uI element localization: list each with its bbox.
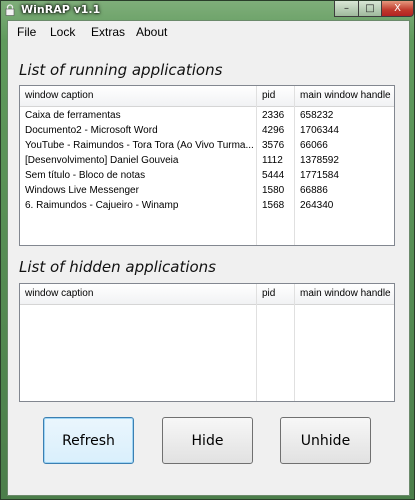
- menu-file[interactable]: File: [17, 25, 36, 39]
- column-main-window-handle[interactable]: main window handle: [295, 284, 394, 304]
- table-row[interactable]: Documento2 - Microsoft Word 4296 1706344: [20, 123, 394, 138]
- window-handle-cell: 1771584: [300, 170, 339, 181]
- pid-cell: 1580: [262, 185, 285, 196]
- running-apps-list[interactable]: window caption pid main window handle Ca…: [19, 85, 395, 246]
- pid-cell: 4296: [262, 125, 285, 136]
- hidden-apps-title: List of hidden applications: [19, 258, 216, 276]
- unhide-button[interactable]: Unhide: [280, 417, 371, 464]
- column-divider: [256, 284, 257, 401]
- table-row[interactable]: [Desenvolvimento] Daniel Gouveia 1112 1378…: [20, 153, 394, 168]
- menu-extras[interactable]: Extras: [91, 25, 125, 39]
- window-caption-cell: Documento2 - Microsoft Word: [25, 125, 158, 136]
- table-row[interactable]: Sem título - Bloco de notas 5444 1771584: [20, 168, 394, 183]
- column-pid[interactable]: pid: [257, 284, 295, 304]
- pid-cell: 1112: [262, 155, 283, 166]
- window-caption-cell: Windows Live Messenger: [25, 185, 139, 196]
- title-bar[interactable]: WinRAP v1.1 – □ X: [1, 1, 414, 19]
- window-handle-cell: 1378592: [300, 155, 339, 166]
- minimize-button[interactable]: –: [334, 1, 359, 17]
- window-caption-cell: [Desenvolvimento] Daniel Gouveia: [25, 155, 179, 166]
- refresh-button[interactable]: Refresh: [43, 417, 134, 464]
- window-handle-cell: 658232: [300, 110, 334, 121]
- window-handle-cell: 66066: [300, 140, 328, 151]
- table-row[interactable]: 6. Raimundos - Cajueiro - Winamp 1568 2643…: [20, 198, 394, 213]
- close-button[interactable]: X: [381, 1, 414, 17]
- pid-cell: 2336: [262, 110, 285, 121]
- maximize-button[interactable]: □: [358, 1, 382, 17]
- window-handle-cell: 1706344: [300, 125, 339, 136]
- menu-bar: File Lock Extras About: [8, 21, 409, 43]
- window-handle-cell: 66886: [300, 185, 328, 196]
- table-row[interactable]: YouTube - Raimundos - Tora Tora (Ao Vivo…: [20, 138, 394, 153]
- pid-cell: 5444: [262, 170, 285, 181]
- window-caption-cell: YouTube - Raimundos - Tora Tora (Ao Vivo…: [25, 140, 253, 151]
- column-pid[interactable]: pid: [257, 86, 295, 106]
- client-area: File Lock Extras About List of running a…: [7, 20, 410, 496]
- column-window-caption[interactable]: window caption: [20, 86, 257, 106]
- window-caption-cell: 6. Raimundos - Cajueiro - Winamp: [25, 200, 179, 211]
- window-caption-cell: Sem título - Bloco de notas: [25, 170, 146, 181]
- menu-about[interactable]: About: [136, 25, 167, 39]
- column-main-window-handle[interactable]: main window handle: [295, 86, 394, 106]
- pid-cell: 3576: [262, 140, 285, 151]
- column-divider: [294, 284, 295, 401]
- hidden-apps-list[interactable]: window caption pid main window handle: [19, 283, 395, 402]
- running-list-header: window caption pid main window handle: [20, 86, 394, 107]
- running-apps-title: List of running applications: [19, 61, 223, 79]
- pid-cell: 1568: [262, 200, 285, 211]
- window-handle-cell: 264340: [300, 200, 334, 211]
- column-window-caption[interactable]: window caption: [20, 284, 257, 304]
- table-row[interactable]: Windows Live Messenger 1580 66886: [20, 183, 394, 198]
- menu-lock[interactable]: Lock: [50, 25, 75, 39]
- lock-icon: [5, 4, 15, 16]
- hidden-list-header: window caption pid main window handle: [20, 284, 394, 305]
- app-window: WinRAP v1.1 – □ X File Lock Extras About…: [0, 0, 415, 500]
- table-row[interactable]: Caixa de ferramentas 2336 658232: [20, 108, 394, 123]
- window-title: WinRAP v1.1: [21, 3, 101, 16]
- hide-button[interactable]: Hide: [162, 417, 253, 464]
- window-caption-cell: Caixa de ferramentas: [25, 110, 121, 121]
